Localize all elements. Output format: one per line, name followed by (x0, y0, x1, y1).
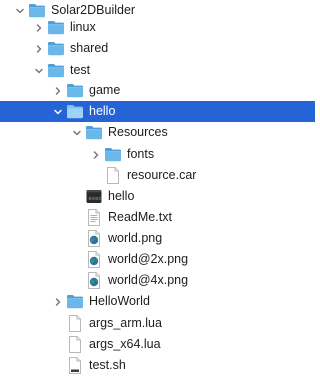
tree-item-label: fonts (127, 147, 155, 161)
tree-row-linux[interactable]: linux (0, 17, 315, 38)
chevron-down-icon[interactable] (70, 122, 84, 143)
tree-item-label: world.png (108, 231, 163, 245)
tree-item-label: world@2x.png (108, 252, 189, 266)
chevron-right-icon[interactable] (32, 17, 46, 38)
tree-row-helloworld[interactable]: HelloWorld (0, 291, 315, 312)
tree-row-game[interactable]: game (0, 80, 315, 101)
tree-item-label: linux (70, 20, 96, 34)
tree-item-label: test (70, 63, 91, 77)
chevron-right-icon[interactable] (32, 38, 46, 59)
tree-row-world-4x-png[interactable]: world@4x.png (0, 270, 315, 291)
folder-icon (47, 40, 65, 57)
tree-row-hello[interactable]: exec hello (0, 186, 315, 207)
tree-item-label: hello (89, 104, 116, 118)
chevron-down-icon[interactable] (51, 101, 65, 122)
file-tree: Solar2DBuilder linux shared test game hello Re… (0, 0, 315, 374)
tree-row-shared[interactable]: shared (0, 38, 315, 59)
tree-item-label: test.sh (89, 358, 126, 372)
tree-item-label: args_arm.lua (89, 316, 162, 330)
tree-item-label: shared (70, 41, 109, 55)
tree-item-label: args_x64.lua (89, 337, 161, 351)
chevron-right-icon[interactable] (51, 80, 65, 101)
image-file-icon (85, 272, 103, 289)
folder-icon (66, 82, 84, 99)
chevron-right-icon[interactable] (51, 291, 65, 312)
script-file-icon (66, 357, 84, 374)
tree-item-label: ReadMe.txt (108, 210, 172, 224)
tree-row-fonts[interactable]: fonts (0, 144, 315, 165)
folder-icon (47, 62, 65, 79)
tree-row-test-sh[interactable]: test.sh (0, 355, 315, 376)
text-file-icon (85, 209, 103, 226)
folder-icon (66, 103, 84, 120)
tree-row-readme-txt[interactable]: ReadMe.txt (0, 207, 315, 228)
tree-item-label: resource.car (127, 168, 197, 182)
document-icon (66, 336, 84, 353)
tree-item-label: Resources (108, 125, 168, 139)
tree-row-args-x64-lua[interactable]: args_x64.lua (0, 334, 315, 355)
document-icon (66, 315, 84, 332)
tree-row-resources[interactable]: Resources (0, 122, 315, 143)
tree-row-args-arm-lua[interactable]: args_arm.lua (0, 313, 315, 334)
tree-item-label: HelloWorld (89, 294, 150, 308)
tree-item-label: hello (108, 189, 135, 203)
tree-row-world-png[interactable]: world.png (0, 228, 315, 249)
tree-row-world-2x-png[interactable]: world@2x.png (0, 249, 315, 270)
svg-text:exec: exec (89, 195, 102, 202)
chevron-right-icon[interactable] (89, 144, 103, 165)
folder-icon (104, 146, 122, 163)
tree-row-test[interactable]: test (0, 60, 315, 81)
chevron-down-icon[interactable] (32, 60, 46, 81)
image-file-icon (85, 251, 103, 268)
tree-row-hello[interactable]: hello (0, 101, 315, 122)
tree-item-label: world@4x.png (108, 273, 189, 287)
image-file-icon (85, 230, 103, 247)
tree-row-resource-car[interactable]: resource.car (0, 165, 315, 186)
folder-icon (85, 124, 103, 141)
executable-icon: exec (85, 188, 103, 205)
folder-icon (47, 19, 65, 36)
tree-item-label: game (89, 83, 121, 97)
document-icon (104, 167, 122, 184)
folder-icon (66, 293, 84, 310)
